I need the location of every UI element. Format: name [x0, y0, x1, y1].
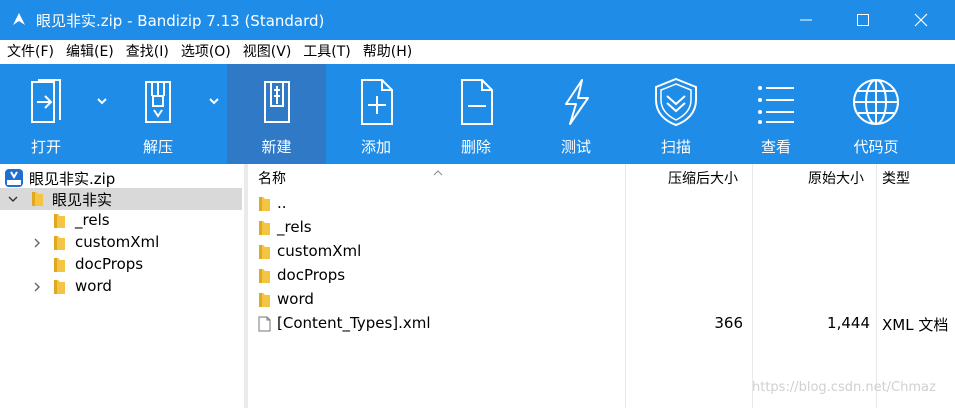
- minimize-icon: [800, 19, 812, 21]
- minimize-button[interactable]: [783, 0, 829, 40]
- list-row[interactable]: customXml: [248, 240, 955, 264]
- maximize-icon: [857, 14, 869, 26]
- compressed-size: 366: [714, 314, 743, 332]
- list-row[interactable]: word: [248, 288, 955, 312]
- lightning-icon: [565, 79, 589, 125]
- folder-icon: [54, 280, 65, 294]
- menu-tools[interactable]: 工具(T): [297, 40, 356, 64]
- delete-button[interactable]: 删除: [426, 64, 526, 164]
- tree-item-label: customXml: [75, 233, 160, 251]
- extract-button[interactable]: 解压: [112, 64, 204, 164]
- toolbar: 打开 解压 新建 添加 删除 测试 扫描 查看 代码页: [0, 64, 955, 164]
- folder-icon: [32, 192, 43, 206]
- zip-archive-icon: [5, 169, 23, 187]
- maximize-button[interactable]: [840, 0, 886, 40]
- document-icon: [258, 316, 271, 332]
- bandizip-app-icon: [13, 13, 25, 25]
- list-row-parent[interactable]: ..: [248, 192, 955, 216]
- add-file-icon: [361, 79, 393, 125]
- extract-label: 解压: [142, 138, 173, 156]
- list-view-icon: [758, 86, 794, 124]
- add-label: 添加: [360, 138, 391, 156]
- menu-bar: 文件(F) 编辑(E) 查找(I) 选项(O) 视图(V) 工具(T) 帮助(H…: [0, 40, 955, 64]
- tree-item-customxml[interactable]: customXml: [0, 232, 242, 254]
- open-label: 打开: [30, 138, 61, 156]
- folder-icon: [54, 258, 65, 272]
- tree-item-label: word: [75, 277, 112, 295]
- tree-item-label: docProps: [75, 255, 144, 273]
- add-button[interactable]: 添加: [326, 64, 426, 164]
- globe-icon: [853, 79, 899, 125]
- delete-label: 删除: [460, 138, 491, 156]
- menu-find[interactable]: 查找(I): [120, 40, 175, 64]
- open-dropdown-icon[interactable]: [95, 94, 109, 108]
- column-header-name[interactable]: 名称: [258, 164, 286, 194]
- shield-icon: [655, 77, 697, 127]
- list-row[interactable]: _rels: [248, 216, 955, 240]
- new-label: 新建: [261, 138, 292, 156]
- delete-file-icon: [461, 79, 493, 125]
- chevron-right-icon[interactable]: [32, 238, 42, 248]
- tree-item-root-folder[interactable]: 眼见非实: [0, 188, 242, 210]
- folder-icon: [54, 236, 65, 250]
- scan-label: 扫描: [660, 138, 691, 156]
- folder-icon: [259, 269, 270, 283]
- folder-tree: 眼见非实.zip 眼见非实 _rels customXml docProps w…: [0, 164, 245, 408]
- test-button[interactable]: 测试: [526, 64, 626, 164]
- column-header-compressed[interactable]: 压缩后大小: [668, 164, 738, 194]
- tree-item-docprops[interactable]: docProps: [0, 254, 242, 276]
- tree-root-folder-label: 眼见非实: [52, 191, 113, 209]
- menu-help[interactable]: 帮助(H): [357, 40, 418, 64]
- view-button[interactable]: 查看: [726, 64, 826, 164]
- open-icon: [31, 79, 61, 123]
- file-name: docProps: [277, 266, 346, 284]
- menu-file[interactable]: 文件(F): [0, 40, 60, 64]
- title-bar: 眼见非实.zip - Bandizip 7.13 (Standard): [0, 0, 955, 40]
- list-row[interactable]: docProps: [248, 264, 955, 288]
- open-button[interactable]: 打开: [0, 64, 92, 164]
- tree-item-archive-root[interactable]: 眼见非实.zip: [0, 167, 242, 189]
- folder-icon: [259, 221, 270, 235]
- codepage-label: 代码页: [853, 138, 899, 156]
- scan-button[interactable]: 扫描: [626, 64, 726, 164]
- watermark-text: https://blog.csdn.net/Chmaz: [752, 380, 936, 395]
- file-name: word: [277, 290, 314, 308]
- tree-archive-label: 眼见非实.zip: [29, 170, 116, 188]
- file-type: XML 文档: [882, 316, 949, 334]
- file-name: _rels: [277, 218, 312, 236]
- folder-icon: [259, 197, 270, 211]
- list-row[interactable]: [Content_Types].xml 366 1,444 XML 文档: [248, 312, 955, 336]
- sort-ascending-icon: [433, 170, 443, 176]
- tree-item-word[interactable]: word: [0, 276, 242, 298]
- view-label: 查看: [760, 138, 791, 156]
- column-header-type[interactable]: 类型: [882, 164, 910, 194]
- menu-options[interactable]: 选项(O): [175, 40, 237, 64]
- test-label: 测试: [560, 138, 591, 156]
- tree-item-rels[interactable]: _rels: [0, 210, 242, 232]
- file-name: customXml: [277, 242, 362, 260]
- new-button[interactable]: 新建: [227, 64, 326, 164]
- new-archive-icon: [263, 81, 290, 123]
- column-header-original[interactable]: 原始大小: [808, 164, 864, 194]
- extract-icon: [145, 81, 171, 123]
- file-name: [Content_Types].xml: [277, 314, 431, 332]
- close-icon: [914, 13, 928, 27]
- close-button[interactable]: [898, 0, 944, 40]
- menu-edit[interactable]: 编辑(E): [60, 40, 120, 64]
- window-title: 眼见非实.zip - Bandizip 7.13 (Standard): [36, 12, 325, 30]
- menu-view[interactable]: 视图(V): [237, 40, 298, 64]
- folder-icon: [259, 245, 270, 259]
- chevron-right-icon[interactable]: [32, 282, 42, 292]
- folder-icon: [259, 293, 270, 307]
- tree-item-label: _rels: [75, 211, 110, 229]
- chevron-down-icon[interactable]: [8, 194, 18, 204]
- codepage-button[interactable]: 代码页: [826, 64, 926, 164]
- extract-dropdown-icon[interactable]: [207, 94, 221, 108]
- file-list: 名称 压缩后大小 原始大小 类型 .. _rels customXml docP…: [248, 164, 955, 408]
- original-size: 1,444: [827, 314, 870, 332]
- file-name: ..: [277, 194, 287, 212]
- folder-icon: [54, 214, 65, 228]
